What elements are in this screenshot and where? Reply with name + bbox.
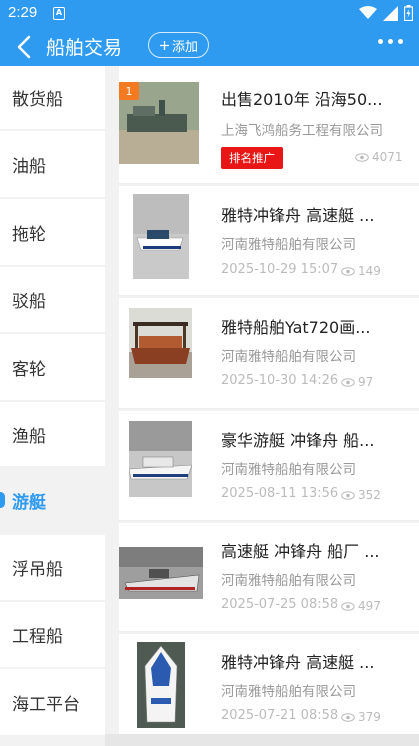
status-time: 2:29 — [8, 4, 38, 21]
eye-icon — [341, 490, 355, 500]
listing-company: 河南雅特船舶有限公司 — [221, 237, 356, 253]
sidebar-item-label: 渔船 — [12, 426, 46, 447]
listing-date: 2025-07-25 08:58 — [221, 597, 339, 612]
listing-date: 2025-10-29 15:07 — [221, 262, 339, 277]
promoted-badge: 排名推广 — [221, 147, 283, 169]
listing-card[interactable]: 雅特冲锋舟 高速艇 ... 河南雅特船舶有限公司 2025-07-21 08:5… — [119, 634, 419, 734]
rank-number-badge: 1 — [119, 82, 139, 100]
listing-company: 上海飞鸿船务工程有限公司 — [221, 123, 383, 139]
listing-card[interactable]: 雅特船舶Yat720画... 河南雅特船舶有限公司 2025-10-30 14:… — [119, 298, 419, 409]
listing-card[interactable]: 雅特冲锋舟 高速艇 ... 河南雅特船舶有限公司 2025-10-29 15:0… — [119, 186, 419, 296]
listing-image — [137, 642, 185, 728]
listing-date: 2025-07-21 08:58 — [221, 708, 339, 723]
eye-icon — [341, 377, 355, 387]
listing-title: 雅特冲锋舟 高速艇 ... — [221, 653, 375, 672]
listing-company: 河南雅特船舶有限公司 — [221, 349, 356, 365]
signal-icon — [383, 5, 398, 21]
listing-date: 2025-08-11 13:56 — [221, 486, 339, 501]
listing-image — [128, 421, 193, 497]
add-button-label: 添加 — [171, 39, 198, 55]
status-bar: 2:29 A — [0, 0, 419, 28]
battery-icon — [404, 5, 413, 21]
sidebar-item-label: 浮吊船 — [12, 560, 63, 580]
sidebar-item-oil-tanker[interactable]: 油船 — [0, 131, 105, 197]
active-indicator — [0, 492, 5, 508]
plus-icon — [159, 40, 169, 50]
eye-icon — [341, 601, 355, 611]
back-button[interactable] — [14, 34, 36, 60]
sidebar-item-label: 客轮 — [12, 359, 46, 380]
sidebar-item-label: 工程船 — [12, 627, 63, 647]
app-header: 船舶交易 添加 — [0, 28, 419, 66]
view-count-value: 352 — [358, 488, 381, 502]
listing-card[interactable]: 豪华游艇 冲锋舟 船... 河南雅特船舶有限公司 2025-08-11 13:5… — [119, 411, 419, 521]
status-icons — [359, 5, 413, 21]
sidebar-item-label: 油船 — [12, 156, 46, 177]
listing-date: 2025-10-30 14:26 — [221, 373, 339, 388]
view-count-value: 497 — [358, 599, 381, 613]
sidebar-item-label: 散货船 — [12, 90, 63, 110]
view-count-value: 379 — [358, 710, 381, 724]
listing-image — [119, 547, 203, 599]
listing-company: 河南雅特船舶有限公司 — [221, 573, 356, 589]
sidebar-item-floating-crane[interactable]: 浮吊船 — [0, 535, 105, 600]
eye-icon — [355, 152, 369, 162]
listing-image — [129, 308, 192, 378]
sim-icon: A — [53, 7, 65, 20]
view-count-value: 4071 — [372, 150, 403, 164]
view-count: 352 — [341, 488, 381, 502]
divider — [119, 295, 419, 296]
listing-image: 1 — [119, 82, 199, 164]
listing-title: 高速艇 冲锋舟 船厂 ... — [221, 542, 380, 561]
sidebar-item-engineering-ship[interactable]: 工程船 — [0, 602, 105, 667]
bottom-bar — [105, 734, 419, 746]
listing-title: 雅特冲锋舟 高速艇 ... — [221, 206, 375, 225]
sidebar-item-fishing-boat[interactable]: 渔船 — [0, 402, 105, 466]
sidebar-item-passenger-ship[interactable]: 客轮 — [0, 334, 105, 400]
listing-list: 1 出售2010年 沿海50... 上海飞鸿船务工程有限公司 排名推广 4071… — [105, 66, 419, 746]
listing-title: 出售2010年 沿海50... — [221, 90, 383, 109]
wifi-icon — [359, 6, 377, 19]
divider — [119, 408, 419, 409]
sidebar-item-label: 驳船 — [12, 292, 46, 312]
sidebar-item-tugboat[interactable]: 拖轮 — [0, 199, 105, 265]
view-count: 379 — [341, 710, 381, 724]
more-dots-icon[interactable] — [378, 39, 403, 44]
sidebar-item-label: 拖轮 — [12, 224, 46, 245]
sidebar-item-barge[interactable]: 驳船 — [0, 267, 105, 332]
chevron-left-icon — [17, 35, 31, 59]
sidebar-item-offshore-platform[interactable]: 海工平台 — [0, 669, 105, 735]
sidebar-item-label: 游艇 — [12, 493, 46, 513]
listing-card[interactable]: 高速艇 冲锋舟 船厂 ... 河南雅特船舶有限公司 2025-07-25 08:… — [119, 523, 419, 632]
sidebar-item-bulk-carrier[interactable]: 散货船 — [0, 66, 105, 129]
eye-icon — [341, 712, 355, 722]
listing-card[interactable]: 1 出售2010年 沿海50... 上海飞鸿船务工程有限公司 排名推广 4071 — [119, 66, 419, 184]
sidebar-item-label: 海工平台 — [12, 694, 80, 715]
eye-icon — [341, 266, 355, 276]
divider — [119, 183, 419, 184]
listing-title: 雅特船舶Yat720画... — [221, 318, 371, 337]
view-count-value: 97 — [358, 375, 374, 389]
view-count-value: 149 — [358, 264, 381, 278]
sidebar-item-yacht[interactable]: 游艇 — [0, 468, 105, 533]
divider — [119, 520, 419, 521]
view-count: 97 — [341, 375, 373, 389]
add-button[interactable]: 添加 — [148, 32, 209, 58]
divider — [119, 631, 419, 632]
view-count: 497 — [341, 599, 381, 613]
view-count: 149 — [341, 264, 381, 278]
page-title: 船舶交易 — [46, 37, 123, 59]
view-count: 4071 — [355, 150, 403, 164]
listing-title: 豪华游艇 冲锋舟 船... — [221, 431, 375, 450]
category-sidebar: 散货船 油船 拖轮 驳船 客轮 渔船 游艇 浮吊船 工程船 海工平台 — [0, 66, 105, 746]
listing-company: 河南雅特船舶有限公司 — [221, 462, 356, 478]
listing-company: 河南雅特船舶有限公司 — [221, 684, 356, 700]
listing-image — [133, 194, 189, 279]
